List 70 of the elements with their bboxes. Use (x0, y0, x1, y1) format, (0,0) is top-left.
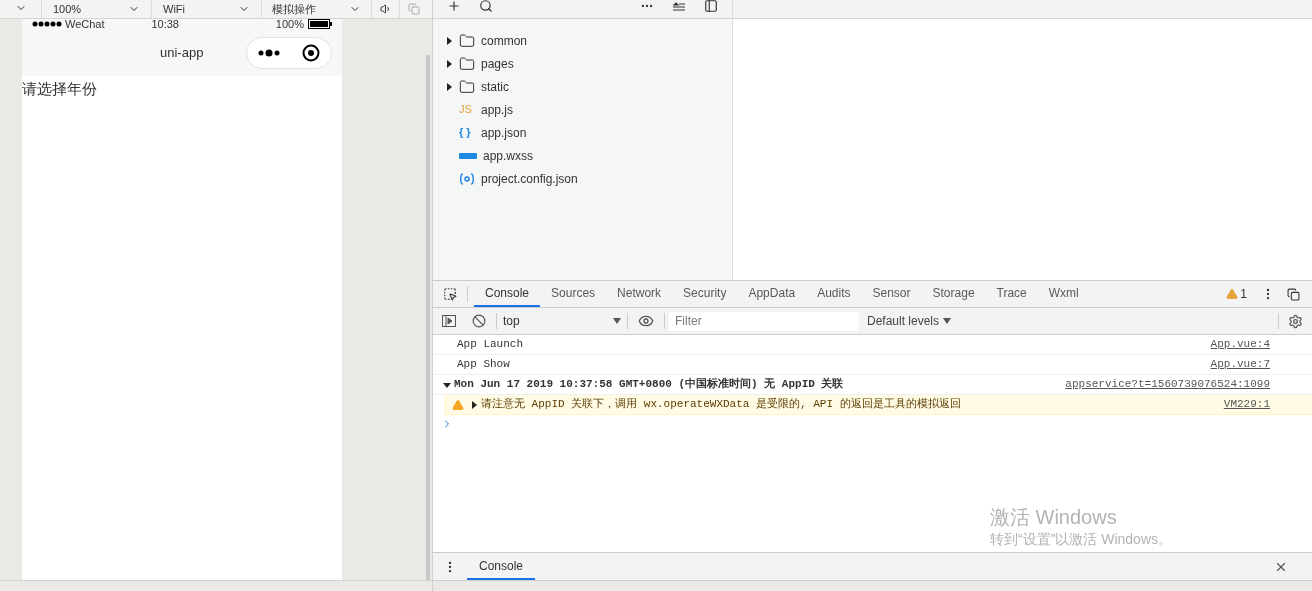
collapse-list-icon[interactable] (672, 1, 686, 13)
operation-dropdown[interactable]: 模拟操作 (262, 0, 372, 18)
devtools-tab[interactable]: Audits (806, 281, 862, 307)
settings-icon[interactable] (1288, 313, 1303, 329)
file-tree-item[interactable]: pages (433, 52, 732, 75)
zoom-dropdown[interactable]: 100% (42, 0, 152, 18)
filter-field[interactable]: Filter (669, 311, 859, 331)
devtools-tab[interactable]: Storage (921, 281, 986, 307)
triangle-icon[interactable] (470, 400, 478, 409)
levels-dropdown[interactable]: Default levels (867, 312, 952, 330)
search-icon[interactable] (479, 0, 493, 13)
console-message: App Show (457, 357, 510, 373)
network-dropdown[interactable]: WiFi (152, 0, 262, 18)
dock-icon[interactable] (1287, 287, 1300, 301)
triangle-icon[interactable] (445, 82, 453, 91)
eye-icon[interactable] (638, 313, 654, 329)
console-message: App Launch (457, 337, 523, 353)
folder-icon (459, 55, 475, 72)
file-tree-item[interactable]: static (433, 75, 732, 98)
warning-count[interactable]: 1 (1240, 285, 1247, 303)
triangle-icon[interactable] (445, 36, 453, 45)
source-link[interactable]: VM229:1 (1223, 396, 1270, 413)
folder-icon (459, 32, 475, 49)
console-message: Mon Jun 17 2019 10:37:58 GMT+0800 (中国标准时间) 无 AppID 关联 (454, 376, 844, 393)
source-link[interactable]: App.vue:4 (1210, 336, 1270, 353)
panel-icon[interactable] (704, 0, 718, 13)
sidebar-toggle-icon[interactable] (442, 315, 456, 327)
triangle-icon[interactable] (445, 59, 453, 68)
triangle-icon[interactable] (443, 380, 451, 389)
file-tree-item[interactable]: { } app.json (433, 121, 732, 144)
record-icon (302, 43, 320, 62)
devtools-tab[interactable]: Sources (540, 281, 607, 307)
file-tree-item[interactable]: project.config.json (433, 167, 732, 190)
dropdown-arrow-icon (613, 318, 621, 324)
activation-subtitle: 转到“设置”以激活 Windows。 (990, 530, 1172, 549)
carrier-label: WeChat (65, 18, 105, 30)
activation-title: 激活 Windows (990, 505, 1118, 529)
battery-label: 100% (275, 18, 304, 30)
warning-icon (1226, 288, 1239, 300)
warning-icon (452, 398, 464, 411)
signal-dots-icon (32, 21, 62, 27)
dropdown-arrow-icon (943, 318, 952, 324)
capsule-button[interactable] (246, 36, 332, 69)
time-label: 10:38 (151, 18, 179, 30)
console-message: 请注意无 AppID 关联下，调用 wx.operateWXData 是受限的, API 的返回是工具的模拟返回 (481, 396, 961, 413)
page-text: 请选择年份 (22, 79, 98, 99)
folder-icon (459, 78, 475, 95)
nav-title: uni-app (160, 43, 204, 62)
devtools-tab[interactable]: AppData (737, 281, 807, 307)
source-link[interactable]: App.vue:7 (1210, 356, 1270, 373)
add-icon[interactable] (447, 0, 461, 13)
file-tree-item[interactable]: app.wxss (433, 144, 732, 167)
devtools-tab[interactable]: Sensor (861, 281, 922, 307)
battery-icon (308, 19, 332, 29)
file-tree-item[interactable]: JS app.js (433, 98, 732, 121)
devtools-tab[interactable]: Wxml (1037, 281, 1090, 307)
speaker-icon[interactable] (379, 3, 392, 15)
wxss-file-icon (459, 151, 477, 160)
js-file-icon: JS (459, 104, 475, 115)
devtools-tab[interactable]: Trace (985, 281, 1038, 307)
more-dots-icon (258, 48, 280, 57)
config-file-icon (459, 172, 475, 185)
clear-icon[interactable] (472, 314, 486, 328)
file-tree-item[interactable]: common (433, 29, 732, 52)
devtools-tab[interactable]: Security (672, 281, 738, 307)
inspect-icon[interactable] (443, 287, 457, 301)
source-link[interactable]: appservice?t=1560739076524:1099 (1065, 376, 1270, 393)
devtools-tab[interactable]: Network (606, 281, 673, 307)
braces-icon: { } (459, 127, 475, 138)
context-dropdown[interactable]: top (497, 312, 627, 330)
